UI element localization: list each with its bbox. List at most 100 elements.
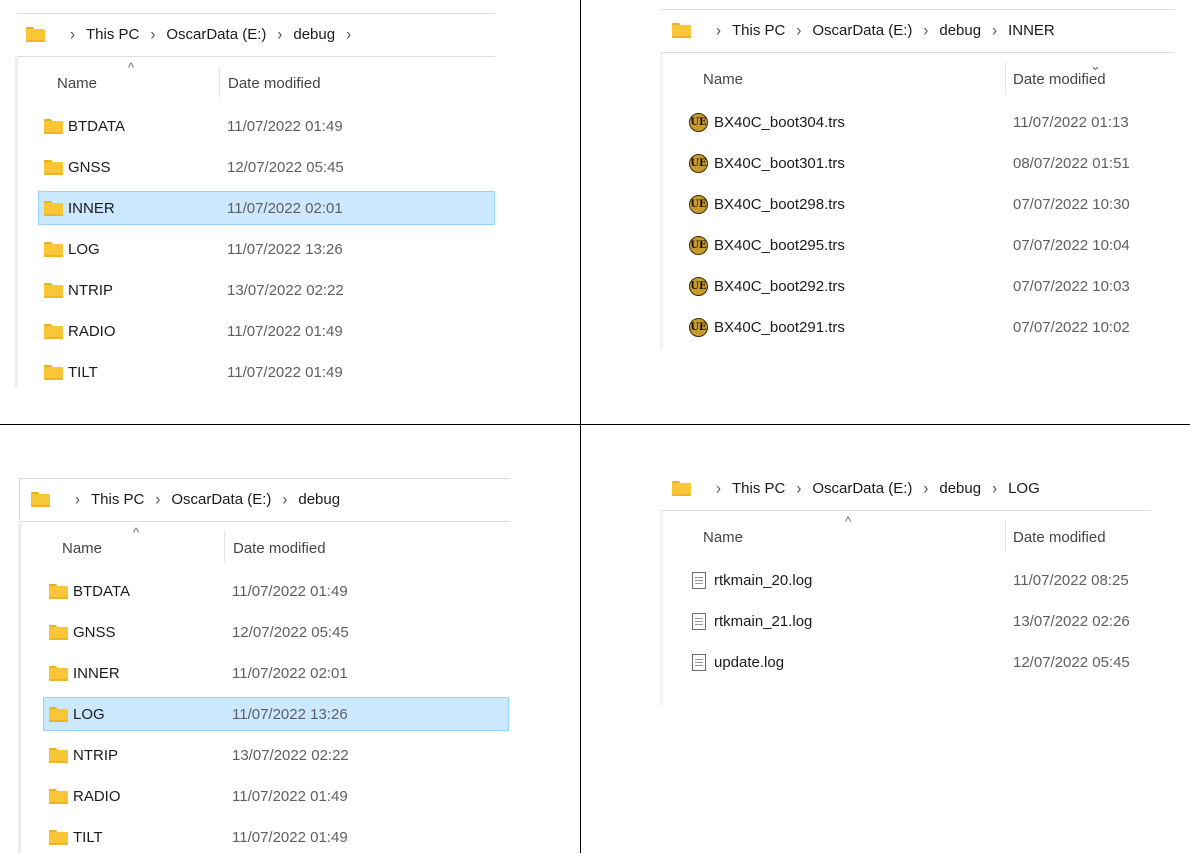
item-date: 07/07/2022 10:03 [1013,277,1130,295]
breadcrumb-drive[interactable]: OscarData (E:) [812,480,912,497]
breadcrumb-this-pc[interactable]: This PC [91,491,144,508]
breadcrumb-this-pc[interactable]: This PC [86,26,139,43]
item-date: 12/07/2022 05:45 [232,623,349,641]
item-date: 11/07/2022 02:01 [227,199,343,217]
breadcrumb-bottom-border [661,52,1175,53]
sort-ascending-icon[interactable]: ^ [128,60,134,75]
ultraedit-icon: UE [689,112,708,132]
item-name: BTDATA [73,582,130,600]
sort-ascending-icon[interactable]: ^ [133,525,139,540]
breadcrumb-this-pc[interactable]: This PC [732,480,785,497]
column-header: ^ Name Date modified [0,525,580,567]
item-name: TILT [73,828,103,846]
ultraedit-icon: UE [689,194,708,214]
breadcrumb[interactable]: › This PC › OscarData (E:) › debug [0,479,580,519]
item-name: LOG [68,240,100,258]
item-name: LOG [73,705,105,723]
breadcrumb[interactable]: › This PC › OscarData (E:) › debug › LOG [581,468,1190,508]
chevron-right-icon: › [796,20,802,40]
folder-icon [49,747,68,763]
folder-icon [49,829,68,845]
chevron-right-icon[interactable]: › [346,25,351,44]
item-name: TILT [68,363,98,381]
item-date: 11/07/2022 01:49 [227,117,343,135]
breadcrumb-debug[interactable]: debug [298,491,340,508]
column-name-header[interactable]: Name [703,529,743,546]
column-date-header[interactable]: Date modified [1013,71,1106,88]
list-item[interactable]: TILT 11/07/2022 01:49 [43,820,509,854]
ultraedit-icon: UE [689,235,708,255]
list-item[interactable]: UE BX40C_boot291.trs 07/07/2022 10:02 [681,310,1171,344]
column-name-header[interactable]: Name [703,71,743,88]
item-name: INNER [68,199,115,217]
breadcrumb-this-pc[interactable]: This PC [732,22,785,39]
chevron-right-icon: › [716,478,721,498]
column-date-header[interactable]: Date modified [233,540,326,557]
list-item[interactable]: INNER 11/07/2022 02:01 [43,656,509,690]
chevron-right-icon: › [716,20,721,40]
item-date: 12/07/2022 05:45 [227,158,344,176]
breadcrumb-drive[interactable]: OscarData (E:) [171,491,271,508]
chevron-right-icon: › [923,478,929,498]
breadcrumb-debug[interactable]: debug [293,26,335,43]
folder-icon [672,480,691,496]
list-item[interactable]: UE BX40C_boot304.trs 11/07/2022 01:13 [681,105,1171,139]
breadcrumb-drive[interactable]: OscarData (E:) [166,26,266,43]
list-item-selected[interactable]: LOG 11/07/2022 13:26 [43,697,509,731]
list-item[interactable]: UE BX40C_boot301.trs 08/07/2022 01:51 [681,146,1171,180]
item-date: 13/07/2022 02:26 [1013,612,1130,630]
log-file-icon [692,571,706,589]
list-item[interactable]: BTDATA 11/07/2022 01:49 [43,574,509,608]
breadcrumb[interactable]: › This PC › OscarData (E:) › debug › [0,14,580,54]
column-date-header[interactable]: Date modified [1013,529,1106,546]
item-name: BX40C_boot292.trs [714,277,845,295]
column-name-header[interactable]: Name [62,540,102,557]
item-date: 11/07/2022 01:13 [1013,113,1129,131]
chevron-right-icon: › [155,489,161,509]
list-item[interactable]: UE BX40C_boot295.trs 07/07/2022 10:04 [681,228,1171,262]
list-item[interactable]: GNSS 12/07/2022 05:45 [38,150,495,184]
breadcrumb-drive[interactable]: OscarData (E:) [812,22,912,39]
list-item[interactable]: rtkmain_21.log 13/07/2022 02:26 [681,604,1151,638]
chevron-right-icon: › [150,24,156,44]
list-item[interactable]: NTRIP 13/07/2022 02:22 [38,273,495,307]
breadcrumb-bottom-border [661,510,1151,511]
column-name-header[interactable]: Name [57,75,97,92]
item-name: GNSS [68,158,111,176]
list-item[interactable]: UE BX40C_boot298.trs 07/07/2022 10:30 [681,187,1171,221]
item-name: BX40C_boot301.trs [714,154,845,172]
list-item[interactable]: RADIO 11/07/2022 01:49 [38,314,495,348]
column-separator[interactable] [1005,520,1006,552]
item-name: BTDATA [68,117,125,135]
log-file-icon [692,653,706,671]
list-item[interactable]: LOG 11/07/2022 13:26 [38,232,495,266]
list-item[interactable]: BTDATA 11/07/2022 01:49 [38,109,495,143]
list-item[interactable]: NTRIP 13/07/2022 02:22 [43,738,509,772]
column-separator[interactable] [224,531,225,563]
column-date-header[interactable]: Date modified [228,75,321,92]
item-name: update.log [714,653,785,671]
ultraedit-icon: UE [689,317,708,337]
item-name: rtkmain_20.log [714,571,813,589]
breadcrumb-inner[interactable]: INNER [1008,22,1055,39]
list-item[interactable]: GNSS 12/07/2022 05:45 [43,615,509,649]
list-item[interactable]: update.log 12/07/2022 05:45 [681,645,1151,679]
chevron-right-icon: › [992,478,998,498]
item-name: RADIO [73,787,121,805]
breadcrumb-log[interactable]: LOG [1008,480,1040,497]
column-separator[interactable] [1005,62,1006,94]
item-date: 11/07/2022 02:01 [232,664,348,682]
list-item[interactable]: UE BX40C_boot292.trs 07/07/2022 10:03 [681,269,1171,303]
column-separator[interactable] [219,66,220,98]
breadcrumb-debug[interactable]: debug [939,22,981,39]
breadcrumb-debug[interactable]: debug [939,480,981,497]
folder-icon [49,624,68,640]
breadcrumb-bottom-border [20,521,510,522]
list-item-selected[interactable]: INNER 11/07/2022 02:01 [38,191,495,225]
folder-icon [49,788,68,804]
list-item[interactable]: RADIO 11/07/2022 01:49 [43,779,509,813]
breadcrumb[interactable]: › This PC › OscarData (E:) › debug › INN… [581,10,1190,50]
sort-ascending-icon[interactable]: ^ [845,514,851,529]
list-item[interactable]: TILT 11/07/2022 01:49 [38,355,495,389]
list-item[interactable]: rtkmain_20.log 11/07/2022 08:25 [681,563,1151,597]
